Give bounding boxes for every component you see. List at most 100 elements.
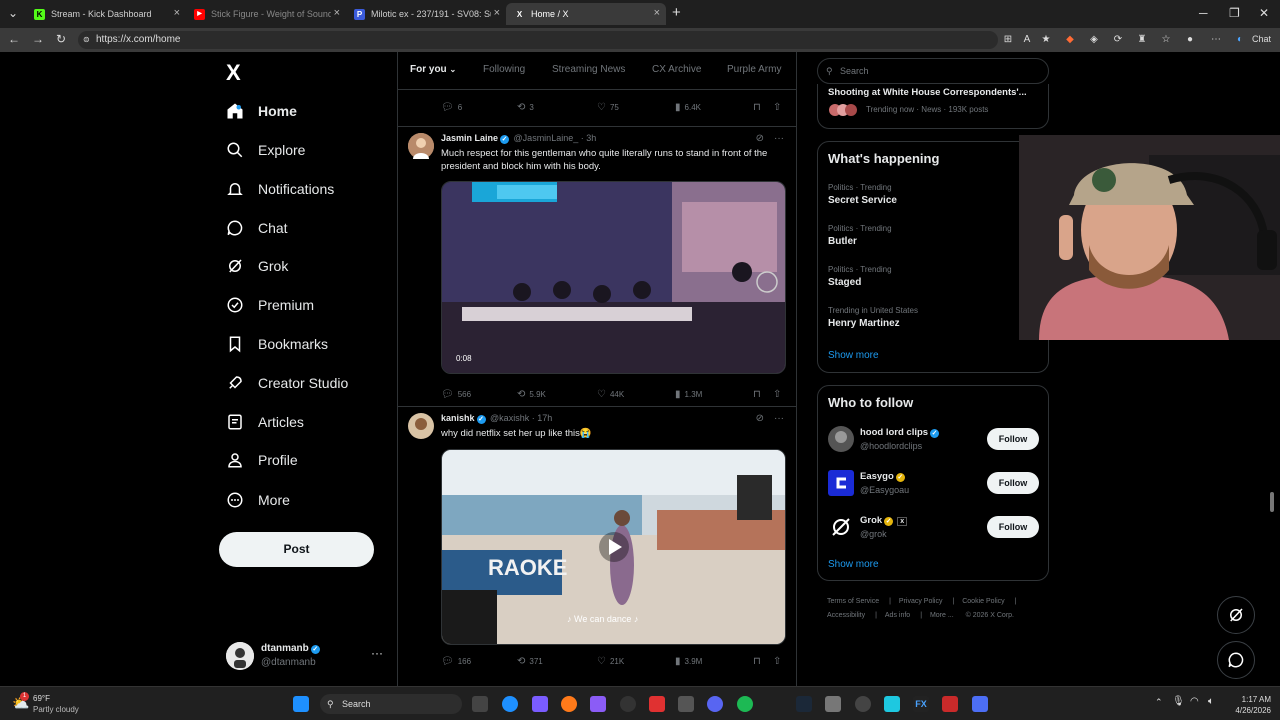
tweet-video[interactable]: 0:08 xyxy=(441,181,786,374)
bookmark-button[interactable]: ⊓ xyxy=(753,389,765,400)
search-input[interactable]: ⚲ Search xyxy=(817,58,1049,84)
system-clock[interactable]: 1:17 AM 4/26/2026 xyxy=(1225,694,1271,716)
read-aloud-icon[interactable]: A xyxy=(1021,34,1033,46)
tab-list-icon[interactable]: ⌄ xyxy=(8,6,18,20)
trending-now-card[interactable]: Shooting at White House Correspondents'.… xyxy=(817,84,1049,129)
share-button[interactable]: ⇧ xyxy=(773,102,785,113)
footer-link[interactable]: Ads info xyxy=(885,612,910,619)
nav-notifications[interactable]: Notifications xyxy=(226,177,334,201)
follow-button[interactable]: Follow xyxy=(987,472,1039,494)
nav-profile[interactable]: Profile xyxy=(226,448,298,472)
footer-link[interactable]: Terms of Service xyxy=(827,598,879,605)
footer-link[interactable]: More ... xyxy=(930,612,954,619)
footer-link[interactable]: Accessibility xyxy=(827,612,865,619)
nav-chat[interactable]: Chat xyxy=(226,216,288,240)
share-button[interactable]: ⇧ xyxy=(773,389,785,400)
app-icon[interactable] xyxy=(884,696,900,712)
tweet-author[interactable]: kanishk ✓ @kaxishk · 17h xyxy=(441,413,552,424)
account-switcher[interactable]: dtanmanb ✓ @dtanmanb ··· xyxy=(226,640,386,672)
views-button[interactable]: ▮ 6.4K xyxy=(675,102,701,113)
scrollbar-thumb[interactable] xyxy=(1270,492,1274,512)
copilot-icon[interactable]: ◐ xyxy=(1234,34,1246,46)
app-icon[interactable] xyxy=(825,696,841,712)
tab-following[interactable]: Following xyxy=(483,64,525,75)
forward-icon[interactable]: → xyxy=(32,32,44,46)
like-button[interactable]: ♡ 44K xyxy=(597,389,624,400)
tab-streaming-news[interactable]: Streaming News xyxy=(552,64,625,75)
repost-button[interactable]: ⟲ 5.9K xyxy=(517,389,546,400)
nav-explore[interactable]: Explore xyxy=(226,138,305,162)
reply-button[interactable]: 💬︎ 166 xyxy=(441,656,471,667)
like-button[interactable]: ♡ 21K xyxy=(597,656,624,667)
avatar[interactable] xyxy=(828,426,854,452)
follow-button[interactable]: Follow xyxy=(987,428,1039,450)
reply-button[interactable]: 💬︎ 6 xyxy=(441,102,462,113)
extension-icon[interactable]: ◆ xyxy=(1064,34,1076,46)
tab-cx-archive[interactable]: CX Archive xyxy=(652,64,701,75)
bookmark-button[interactable]: ⊓ xyxy=(753,656,765,667)
spotify-icon[interactable] xyxy=(737,696,753,712)
nav-home[interactable]: Home xyxy=(226,99,297,123)
microphone-icon[interactable]: 🎙︎ xyxy=(1172,696,1185,707)
nav-articles[interactable]: Articles xyxy=(226,410,304,434)
more-dots-icon[interactable]: ⊘ ··· xyxy=(756,413,784,424)
minimize-icon[interactable]: ─ xyxy=(1199,6,1208,20)
settings-more-icon[interactable]: ⋯ xyxy=(1210,34,1222,46)
windows-start-icon[interactable] xyxy=(293,696,309,712)
volume-icon[interactable]: 🔈︎ xyxy=(1208,696,1214,707)
obs-icon[interactable] xyxy=(620,696,636,712)
footer-link[interactable]: Cookie Policy xyxy=(962,598,1004,605)
reply-button[interactable]: 💬︎ 566 xyxy=(441,389,471,400)
more-dots-icon[interactable]: ⊘ ··· xyxy=(756,133,784,144)
more-dots-icon[interactable]: ··· xyxy=(371,646,383,660)
nav-premium[interactable]: Premium xyxy=(226,293,314,317)
tab-purple-army[interactable]: Purple Army xyxy=(727,64,781,75)
show-more-link[interactable]: Show more xyxy=(828,559,879,570)
extension-icon[interactable]: ◈ xyxy=(1088,34,1100,46)
avatar[interactable] xyxy=(408,413,434,439)
messages-floating-button[interactable] xyxy=(1217,641,1255,679)
firefox-icon[interactable] xyxy=(561,696,577,712)
x-logo[interactable]: X xyxy=(226,60,241,86)
taskbar-search[interactable]: ⚲ Search xyxy=(320,694,462,714)
show-more-link[interactable]: Show more xyxy=(828,350,879,361)
repost-button[interactable]: ⟲ 3 xyxy=(517,102,534,113)
footer-link[interactable]: Privacy Policy xyxy=(899,598,943,605)
repost-button[interactable]: ⟲ 371 xyxy=(517,656,543,667)
views-button[interactable]: ▮ 3.9M xyxy=(675,656,702,667)
tweet-time[interactable]: · 17h xyxy=(532,413,553,423)
tweet-author[interactable]: Jasmin Laine ✓ @JasminLaine_ · 3h xyxy=(441,133,596,144)
grok-floating-button[interactable] xyxy=(1217,596,1255,634)
app-icon[interactable] xyxy=(972,696,988,712)
close-tab-icon[interactable]: × xyxy=(174,7,180,19)
post-button[interactable]: Post xyxy=(219,532,374,567)
bookmark-button[interactable]: ⊓ xyxy=(753,102,765,113)
app-icon[interactable] xyxy=(590,696,606,712)
tab-for-you[interactable]: For you ⌄ xyxy=(410,64,456,75)
app-icon[interactable] xyxy=(855,696,871,712)
maximize-icon[interactable]: ❐ xyxy=(1229,6,1240,20)
wifi-icon[interactable]: ◠ xyxy=(1190,696,1199,707)
nav-more[interactable]: More xyxy=(226,488,290,512)
close-tab-icon[interactable]: × xyxy=(334,7,340,19)
back-icon[interactable]: ← xyxy=(8,32,20,46)
task-view-icon[interactable] xyxy=(472,696,488,712)
steam-icon[interactable] xyxy=(796,696,812,712)
app-available-icon[interactable]: ⊞ xyxy=(1002,34,1014,46)
copilot-chat-label[interactable]: Chat xyxy=(1252,34,1271,44)
share-button[interactable]: ⇧ xyxy=(773,656,785,667)
app-icon[interactable] xyxy=(649,696,665,712)
avatar[interactable] xyxy=(828,514,854,540)
tweet-video[interactable]: RAOKE ♪ We can dance ♪ xyxy=(441,449,786,645)
new-tab-icon[interactable]: + xyxy=(672,4,681,21)
like-button[interactable]: ♡ 75 xyxy=(597,102,619,113)
extension-icon[interactable]: ⟳ xyxy=(1112,34,1124,46)
nav-grok[interactable]: Grok xyxy=(226,254,288,278)
edge-icon[interactable] xyxy=(502,696,518,712)
views-button[interactable]: ▮ 1.3M xyxy=(675,389,702,400)
nav-creator-studio[interactable]: Creator Studio xyxy=(226,371,348,395)
discord-icon[interactable] xyxy=(707,696,723,712)
follow-button[interactable]: Follow xyxy=(987,516,1039,538)
url-field[interactable]: ⊜ https://x.com/home xyxy=(78,31,998,49)
tweet-time[interactable]: · 3h xyxy=(581,133,597,143)
